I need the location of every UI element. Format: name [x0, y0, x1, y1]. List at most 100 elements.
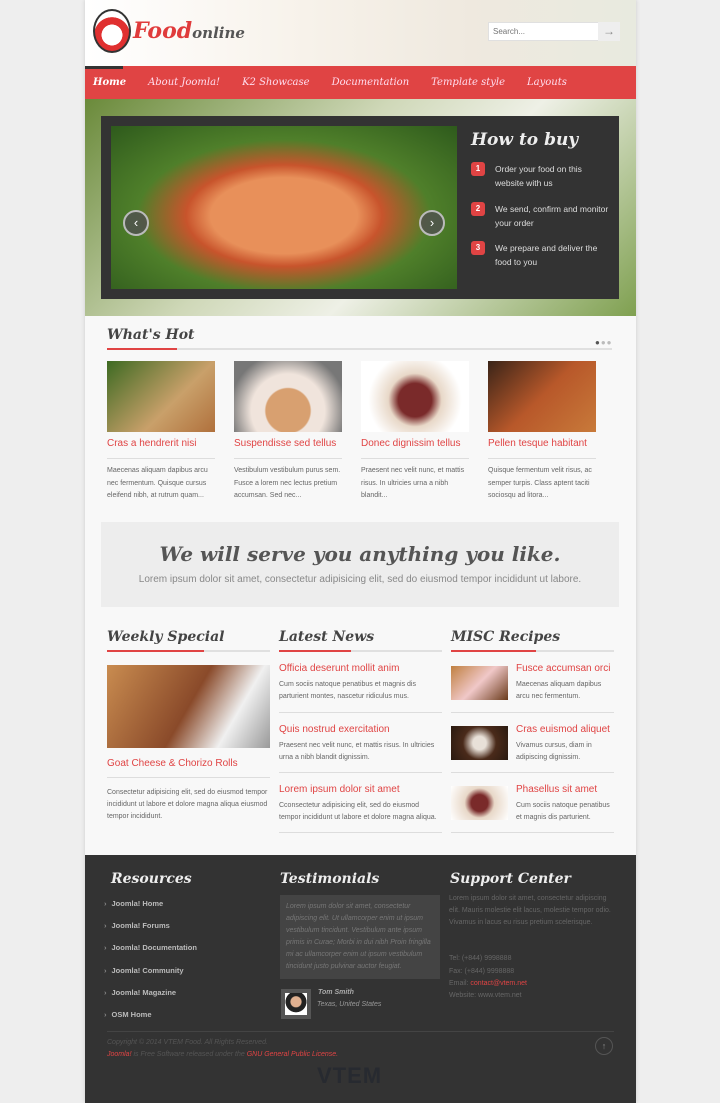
support-center-title: Support Center [450, 871, 571, 887]
license-line: Joomla! is Free Software released under … [107, 1049, 338, 1061]
footer-link[interactable]: Joomla! Home [112, 899, 164, 908]
recipe-text: Vivamus cursus, diam in adipiscing digni… [516, 742, 592, 761]
vtem-logo: VTEM [317, 1063, 383, 1088]
main-nav: Home About Joomla! K2 Showcase Documenta… [85, 66, 636, 99]
recipe-thumb[interactable] [451, 726, 508, 760]
nav-home[interactable]: Home [93, 77, 126, 88]
card-title[interactable]: Suspendisse sed tellus [234, 438, 342, 452]
logo-mascot-icon[interactable] [93, 9, 131, 53]
recipe-title[interactable]: Cras euismod aliquet [516, 724, 616, 735]
support-tel: Tel: (+844) 9998888 [449, 955, 512, 962]
card-image[interactable] [107, 361, 215, 432]
section-underline [279, 650, 442, 652]
step-number: 2 [471, 202, 485, 216]
support-fax: Fax: (+844) 9998888 [449, 968, 515, 975]
misc-recipes-title: MISC Recipes [451, 629, 561, 645]
news-item[interactable]: Quis nostrud exercitation Praesent nec ve… [279, 724, 442, 764]
joomla-link[interactable]: Joomla! [107, 1051, 132, 1058]
latest-news-title: Latest News [279, 629, 375, 645]
footer-link[interactable]: Joomla! Community [112, 966, 184, 975]
card-title[interactable]: Pellen tesque habitant [488, 438, 596, 452]
search-arrow-icon[interactable]: → [598, 22, 620, 41]
recipe-item[interactable]: Fusce accumsan orci Maecenas aliquam dapi… [516, 663, 616, 703]
nav-about[interactable]: About Joomla! [148, 77, 220, 88]
testimonials-title: Testimonials [280, 871, 380, 887]
weekly-item-title[interactable]: Goat Cheese & Chorizo Rolls [107, 758, 238, 769]
prev-arrow-icon[interactable]: ‹ [123, 210, 149, 236]
footer-link[interactable]: Joomla! Magazine [112, 988, 177, 997]
news-text: Cconsectetur adipisicing elit, sed do ei… [279, 802, 437, 821]
banner-heading: We will serve you anything you like. [159, 542, 561, 566]
resources-title: Resources [111, 871, 192, 887]
email-link[interactable]: contact@vtem.net [470, 980, 527, 987]
weekly-text: Consectetur adipisicing elit, sed do eiu… [107, 789, 268, 820]
nav-layouts[interactable]: Layouts [527, 77, 567, 88]
step-2: 2 We send, confirm and monitor your order [471, 202, 611, 230]
carousel-dots[interactable]: ●●● [595, 338, 613, 347]
back-to-top-icon[interactable]: ↑ [595, 1037, 613, 1055]
hot-card[interactable]: Cras a hendrerit nisi Maecenas aliquam da… [107, 361, 215, 503]
recipe-item[interactable]: Phasellus sit amet Cum sociis natoque pen… [516, 784, 616, 824]
logo[interactable]: Foodonline [133, 18, 245, 44]
card-image[interactable] [361, 361, 469, 432]
copyright: Copyright © 2014 VTEM Food. All Rights R… [107, 1039, 268, 1046]
step-3: 3 We prepare and deliver the food to you [471, 241, 611, 269]
slider-panel: ‹ › How to buy 1 Order your food on this … [101, 116, 619, 299]
how-to-buy-title: How to buy [471, 130, 579, 150]
news-title[interactable]: Quis nostrud exercitation [279, 724, 442, 735]
news-item[interactable]: Officia deserunt mollit anim Cum sociis n… [279, 663, 442, 703]
logo-name: Food [133, 18, 193, 44]
step-text: Order your food on this website with us [495, 164, 582, 188]
card-image[interactable] [488, 361, 596, 432]
license-link[interactable]: GNU General Public License. [247, 1051, 338, 1058]
news-text: Cum sociis natoque penatibus et magnis d… [279, 681, 416, 700]
news-title[interactable]: Lorem ipsum dolor sit amet [279, 784, 442, 795]
card-title[interactable]: Cras a hendrerit nisi [107, 438, 215, 452]
recipe-thumb[interactable] [451, 666, 508, 700]
footer-link[interactable]: Joomla! Forums [112, 921, 170, 930]
recipe-thumb[interactable] [451, 786, 508, 820]
hero: ‹ › How to buy 1 Order your food on this … [85, 99, 636, 316]
recipe-item[interactable]: Cras euismod aliquet Vivamus cursus, diam… [516, 724, 616, 764]
testimonial-name: Tom Smith [318, 989, 354, 996]
weekly-image[interactable] [107, 665, 270, 748]
next-arrow-icon[interactable]: › [419, 210, 445, 236]
card-image[interactable] [234, 361, 342, 432]
recipe-text: Cum sociis natoque penatibus et magnis d… [516, 802, 610, 821]
active-indicator [85, 66, 123, 69]
email-label: Email: [449, 980, 469, 987]
weekly-special-title: Weekly Special [107, 629, 225, 645]
step-text: We send, confirm and monitor your order [495, 204, 609, 228]
card-text: Vestibulum vestibulum purus sem. Fusce a… [234, 467, 341, 499]
news-title[interactable]: Officia deserunt mollit anim [279, 663, 442, 674]
hot-card[interactable]: Donec dignissim tellus Praesent nec velit… [361, 361, 469, 503]
card-text: Praesent nec velit nunc, et mattis risus… [361, 467, 465, 499]
logo-suffix: online [192, 24, 245, 42]
license-text: is Free Software released under the [131, 1051, 247, 1058]
slide-image: ‹ › [111, 126, 457, 289]
testimonial-quote: Lorem ipsum dolor sit amet, consectetur … [280, 895, 440, 979]
news-text: Praesent nec velit nunc, et mattis risus… [279, 742, 435, 761]
support-website: Website: www.vtem.net [449, 992, 522, 999]
testimonial-location: Texas, United States [317, 1001, 382, 1008]
nav-k2[interactable]: K2 Showcase [242, 77, 310, 88]
recipe-text: Maecenas aliquam dapibus arcu nec fermen… [516, 681, 602, 700]
step-number: 1 [471, 162, 485, 176]
whats-hot-title: What's Hot [107, 327, 195, 343]
section-underline [451, 650, 614, 652]
hot-card[interactable]: Pellen tesque habitant Quisque fermentum … [488, 361, 596, 503]
page: Foodonline → Home About Joomla! K2 Showc… [85, 0, 636, 1103]
card-text: Maecenas aliquam dapibus arcu nec fermen… [107, 467, 208, 499]
card-title[interactable]: Donec dignissim tellus [361, 438, 469, 452]
footer-link[interactable]: OSM Home [112, 1010, 152, 1019]
recipe-title[interactable]: Phasellus sit amet [516, 784, 616, 795]
nav-template-style[interactable]: Template style [431, 77, 505, 88]
card-text: Quisque fermentum velit risus, ac semper… [488, 467, 592, 499]
support-text: Lorem ipsum dolor sit amet, consectetur … [449, 895, 611, 926]
news-item[interactable]: Lorem ipsum dolor sit amet Cconsectetur a… [279, 784, 442, 824]
hot-card[interactable]: Suspendisse sed tellus Vestibulum vestibu… [234, 361, 342, 503]
section-underline [107, 650, 270, 652]
nav-documentation[interactable]: Documentation [332, 77, 410, 88]
footer-link[interactable]: Joomla! Documentation [112, 943, 197, 952]
recipe-title[interactable]: Fusce accumsan orci [516, 663, 616, 674]
